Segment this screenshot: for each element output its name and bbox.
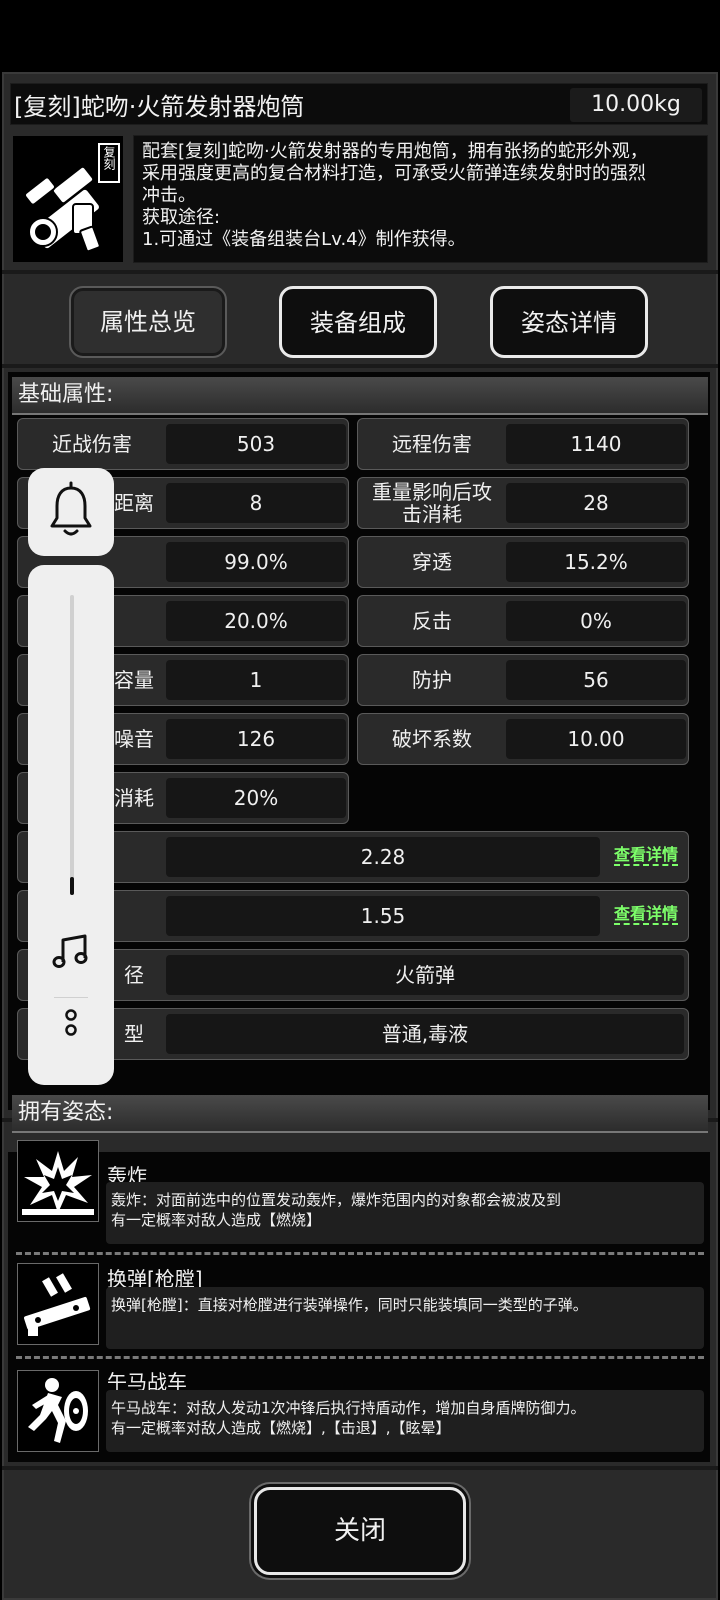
stat-row: 远程伤害 1140 bbox=[357, 418, 689, 470]
posture-description: 换弹[枪膛]：直接对枪膛进行装弹操作，同时只能装填同一类型的子弹。 bbox=[106, 1287, 704, 1349]
music-note-icon[interactable] bbox=[49, 930, 93, 974]
stat-value: 126 bbox=[166, 719, 346, 759]
stat-row: 防护 56 bbox=[357, 654, 689, 706]
stat-row: 破坏系数 10.00 bbox=[357, 713, 689, 765]
stat-value: 8 bbox=[166, 483, 346, 523]
stat-row: 重量影响后攻击消耗 28 bbox=[357, 477, 689, 529]
stat-value: 2.28 bbox=[166, 837, 600, 877]
item-weight: 10.00kg bbox=[570, 88, 702, 122]
divider bbox=[2, 1466, 718, 1470]
stat-value: 10.00 bbox=[506, 719, 686, 759]
volume-slider[interactable] bbox=[70, 595, 74, 895]
item-title: [复刻]蛇吻·火箭发射器炮筒 bbox=[14, 93, 305, 121]
dashed-divider bbox=[16, 1356, 704, 1359]
tab-equipment-composition[interactable]: 装备组成 bbox=[279, 286, 437, 358]
description-line: 1.可通过《装备组装台Lv.4》制作获得。 bbox=[142, 229, 466, 250]
posture-description: 轰炸：对面前选中的位置发动轰炸，爆炸范围内的对象都会被波及到 有一定概率对敌人造… bbox=[106, 1182, 704, 1244]
stat-value: 28 bbox=[506, 483, 686, 523]
description-line: 获取途径: bbox=[142, 207, 221, 228]
stat-value: 火箭弹 bbox=[166, 955, 684, 995]
tab-attributes-overview[interactable]: 属性总览 bbox=[69, 286, 227, 358]
stat-label: 穿透 bbox=[412, 550, 452, 574]
description-line: 配套[复刻]蛇吻·火箭发射器的专用炮筒，拥有张扬的蛇形外观， bbox=[142, 141, 648, 162]
description-line: 采用强度更高的复合材料打造，可承受火箭弹连续发射时的强烈 bbox=[142, 163, 646, 184]
item-icon: 复刻 bbox=[12, 135, 124, 263]
stat-row-wide: 2.28 查看详情 bbox=[17, 831, 689, 883]
stat-value: 15.2% bbox=[506, 542, 686, 582]
more-icon[interactable] bbox=[61, 1005, 81, 1041]
stat-label: 近战伤害 bbox=[52, 432, 132, 456]
posture-icon-box bbox=[17, 1370, 99, 1452]
posture-icon-box bbox=[17, 1263, 99, 1345]
stat-value: 1140 bbox=[506, 424, 686, 464]
reload-icon bbox=[24, 1273, 91, 1336]
stat-value: 0% bbox=[506, 601, 686, 641]
stat-row: 近战伤害 503 bbox=[17, 418, 349, 470]
item-description: 配套[复刻]蛇吻·火箭发射器的专用炮筒，拥有张扬的蛇形外观， 采用强度更高的复合… bbox=[133, 135, 708, 263]
stat-row: 穿透 15.2% bbox=[357, 536, 689, 588]
volume-panel bbox=[28, 565, 114, 1085]
stat-label: 防护 bbox=[412, 668, 452, 692]
postures-heading: 拥有姿态: bbox=[12, 1095, 708, 1133]
dashed-divider bbox=[16, 1252, 704, 1255]
view-details-link[interactable]: 查看详情 bbox=[613, 905, 678, 925]
stat-value: 20% bbox=[166, 778, 346, 818]
stat-value: 1 bbox=[166, 660, 346, 700]
stat-value: 普通,毒液 bbox=[166, 1014, 684, 1054]
stat-value: 99.0% bbox=[166, 542, 346, 582]
basic-attributes-heading: 基础属性: bbox=[12, 377, 708, 415]
stat-label: 重量影响后攻击消耗 bbox=[372, 480, 492, 526]
shield-charge-icon bbox=[28, 1378, 88, 1443]
stat-row-wide: 径 火箭弹 bbox=[17, 949, 689, 1001]
posture-icon-box bbox=[17, 1140, 99, 1222]
stat-value: 56 bbox=[506, 660, 686, 700]
status-bar-area bbox=[0, 0, 720, 72]
divider bbox=[2, 270, 718, 274]
volume-slider-fill bbox=[70, 877, 74, 895]
explosion-icon bbox=[22, 1151, 94, 1215]
stat-value: 20.0% bbox=[166, 601, 346, 641]
close-button[interactable]: 关闭 bbox=[254, 1487, 466, 1575]
bell-icon bbox=[50, 481, 92, 536]
stat-value: 503 bbox=[166, 424, 346, 464]
view-details-link[interactable]: 查看详情 bbox=[613, 846, 678, 866]
posture-description: 午马战车：对敌人发动1次冲锋后执行持盾动作，增加自身盾牌防御力。 有一定概率对敌… bbox=[106, 1390, 704, 1452]
stat-label: 破坏系数 bbox=[392, 727, 472, 751]
stat-row-wide: 型 普通,毒液 bbox=[17, 1008, 689, 1060]
stat-label: 反击 bbox=[412, 609, 452, 633]
rocket-launcher-barrel-icon: 复刻 bbox=[24, 143, 120, 253]
stat-label: 远程伤害 bbox=[392, 432, 472, 456]
reprint-tag: 复刻 bbox=[102, 146, 116, 170]
divider bbox=[2, 364, 718, 368]
stat-value: 1.55 bbox=[166, 896, 600, 936]
tab-posture-details[interactable]: 姿态详情 bbox=[490, 286, 648, 358]
notification-toggle[interactable] bbox=[28, 468, 114, 556]
description-line: 冲击。 bbox=[142, 185, 196, 206]
widget-divider bbox=[54, 997, 88, 998]
stat-row: 反击 0% bbox=[357, 595, 689, 647]
stat-row-wide: 1.55 查看详情 bbox=[17, 890, 689, 942]
